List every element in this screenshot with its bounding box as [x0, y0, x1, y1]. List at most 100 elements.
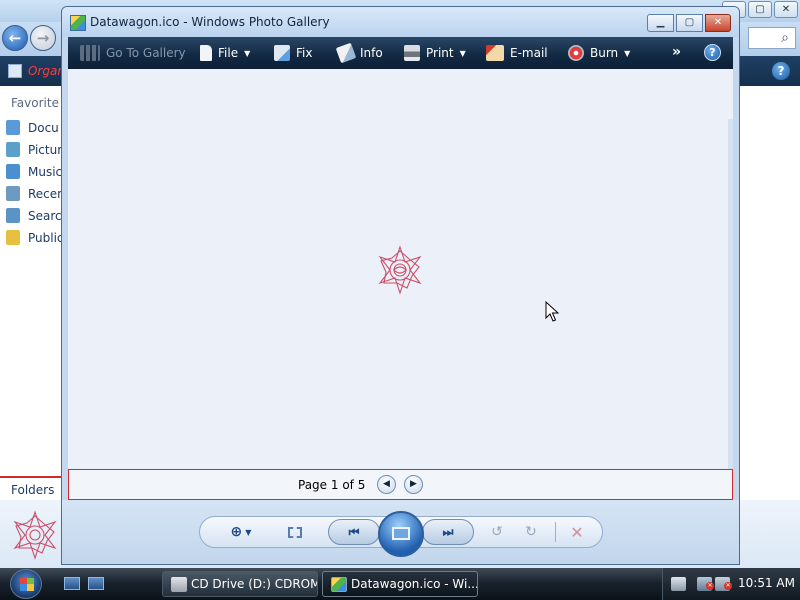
taskbar-button-photo-gallery[interactable]: Datawagon.ico - Wi...: [322, 571, 478, 597]
fix-icon: [274, 45, 290, 61]
safely-remove-hardware-icon[interactable]: [671, 577, 686, 591]
zoom-button[interactable]: ⊕ ▼: [224, 517, 258, 547]
gallery-toolbar: Go To Gallery File ▼ Fix Info Print ▼ E-…: [68, 37, 733, 69]
recent-folder-icon: [6, 186, 20, 201]
system-clock[interactable]: 10:51 AM: [738, 576, 795, 590]
burn-menu-button[interactable]: Burn ▼: [568, 37, 630, 69]
actual-size-button[interactable]: [282, 517, 308, 547]
pictures-folder-icon: [6, 142, 20, 157]
minimize-button[interactable]: ▁: [647, 14, 674, 32]
favorite-link-public[interactable]: Public: [6, 228, 64, 248]
burn-menu-label: Burn: [590, 46, 619, 60]
public-folder-icon: [6, 230, 20, 245]
previous-image-button[interactable]: ⏮: [328, 519, 380, 545]
email-button[interactable]: E-mail: [486, 37, 548, 69]
slide-show-button[interactable]: [378, 511, 424, 557]
favorite-link-label: Docu: [28, 121, 59, 135]
playback-controls: ⊕ ▼ ⏮ ⏭ ↺ ↻ ✕: [62, 500, 739, 564]
info-button[interactable]: Info: [335, 37, 383, 69]
navigation-pane: Favorite L Docu Pictur Music Recen Searc…: [0, 86, 69, 478]
rotate-clockwise-button[interactable]: ↻: [520, 517, 542, 547]
photo-gallery-window: Datawagon.ico - Windows Photo Gallery ▁ …: [61, 6, 740, 565]
background-search-box[interactable]: ⌕: [748, 27, 796, 49]
notification-area: ✕ ✕ 10:51 AM: [662, 568, 800, 600]
organize-icon: [8, 64, 22, 78]
print-menu-label: Print: [426, 46, 454, 60]
folders-bar[interactable]: Folders: [0, 476, 62, 500]
favorite-link-label: Music: [28, 165, 63, 179]
next-icon: ⏭: [442, 524, 454, 539]
favorite-link-pictures[interactable]: Pictur: [6, 140, 62, 160]
rotate-left-icon: ↺: [491, 524, 503, 540]
favorite-link-label: Public: [28, 231, 64, 245]
favorite-link-label: Recen: [28, 187, 65, 201]
documents-folder-icon: [6, 120, 20, 135]
background-close-button[interactable]: ✕: [774, 1, 798, 18]
fix-label: Fix: [296, 46, 313, 60]
gallery-titlebar[interactable]: Datawagon.ico - Windows Photo Gallery ▁ …: [62, 7, 739, 37]
slideshow-icon: [392, 527, 410, 540]
maximize-button[interactable]: ▢: [676, 14, 703, 32]
email-label: E-mail: [510, 46, 548, 60]
background-maximize-button[interactable]: ▢: [748, 1, 772, 18]
favorite-link-searches[interactable]: Search: [6, 206, 69, 226]
background-file-list: [740, 86, 800, 500]
previous-icon: ⏮: [348, 524, 360, 539]
next-page-button[interactable]: ▶: [404, 475, 423, 494]
taskbar-button-label: CD Drive (D:) CDROM: [191, 577, 318, 591]
displayed-icon-image: [378, 245, 422, 295]
volume-muted-icon: ✕: [724, 582, 732, 590]
chevron-down-icon: ▼: [244, 48, 251, 58]
taskbar-button-cd-drive[interactable]: CD Drive (D:) CDROM: [162, 571, 318, 597]
toolbar-overflow-chevron-icon[interactable]: »: [672, 44, 681, 60]
search-icon: ⌕: [781, 30, 789, 46]
music-folder-icon: [6, 164, 20, 179]
delete-icon: ✕: [570, 522, 584, 542]
caption-buttons: ▁ ▢ ✕: [647, 14, 731, 32]
network-error-icon: ✕: [706, 582, 714, 590]
window-title: Datawagon.ico - Windows Photo Gallery: [90, 15, 330, 29]
details-thumbnail: [13, 510, 57, 560]
controls-pill: ⊕ ▼ ⏮ ⏭ ↺ ↻ ✕: [199, 511, 603, 557]
info-label: Info: [360, 46, 383, 60]
favorite-link-recent[interactable]: Recen: [6, 184, 65, 204]
background-help-icon[interactable]: ?: [772, 62, 790, 80]
photo-gallery-app-icon: [70, 15, 86, 31]
photo-gallery-app-icon: [331, 577, 347, 592]
go-to-gallery-button[interactable]: Go To Gallery: [80, 37, 186, 69]
gallery-grid-icon: [80, 45, 100, 61]
show-desktop-icon[interactable]: [64, 577, 80, 590]
email-icon: [486, 45, 504, 61]
start-button[interactable]: [10, 569, 42, 599]
previous-page-button[interactable]: ◀: [377, 475, 396, 494]
close-button[interactable]: ✕: [705, 14, 731, 32]
rotate-counterclockwise-button[interactable]: ↺: [486, 517, 508, 547]
viewer-scroll-edge: [728, 119, 733, 469]
chevron-down-icon: ▼: [624, 48, 631, 58]
taskbar: CD Drive (D:) CDROM Datawagon.ico - Wi..…: [0, 568, 800, 600]
windows-logo-icon: [20, 578, 34, 591]
cd-drive-icon: [171, 577, 187, 592]
printer-icon: [404, 45, 420, 61]
controls-divider: [555, 522, 556, 542]
fit-window-icon: [288, 526, 302, 538]
taskbar-button-label: Datawagon.ico - Wi...: [351, 577, 478, 591]
folders-label: Folders: [11, 483, 55, 497]
fix-button[interactable]: Fix: [274, 37, 312, 69]
mouse-cursor-icon: [545, 301, 559, 322]
switch-windows-icon[interactable]: [88, 577, 104, 590]
burn-disc-icon: [568, 45, 584, 61]
file-menu-button[interactable]: File ▼: [200, 37, 250, 69]
go-to-gallery-label: Go To Gallery: [106, 46, 186, 60]
print-menu-button[interactable]: Print ▼: [404, 37, 466, 69]
rotate-right-icon: ↻: [525, 524, 537, 540]
image-viewer-area[interactable]: [68, 69, 733, 469]
next-image-button[interactable]: ⏭: [422, 519, 474, 545]
back-button[interactable]: ←: [2, 25, 28, 51]
favorite-link-music[interactable]: Music: [6, 162, 62, 182]
delete-button[interactable]: ✕: [566, 517, 588, 547]
forward-button[interactable]: →: [30, 25, 56, 51]
help-icon[interactable]: ?: [704, 44, 721, 61]
favorite-link-documents[interactable]: Docu: [6, 118, 59, 138]
page-indicator: Page 1 of 5: [298, 478, 366, 492]
